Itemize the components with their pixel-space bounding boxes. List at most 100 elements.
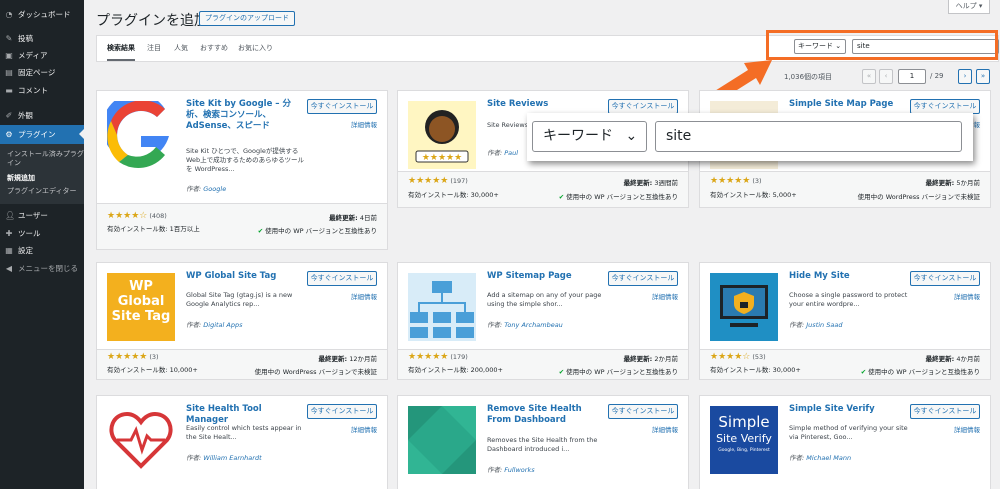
active-installs: 有効インストール数: 1百万以上 <box>107 225 200 233</box>
collapse-icon: ◀ <box>5 263 13 273</box>
tab-featured[interactable]: 注目 <box>147 36 161 61</box>
plugin-name-link[interactable]: WP Global Site Tag <box>186 271 306 282</box>
plugin-description: Easily control which tests appear in the… <box>186 424 302 441</box>
install-now-button[interactable]: 今すぐインストール <box>307 404 377 419</box>
search-highlight-box <box>766 30 998 60</box>
sidebar-item-comments[interactable]: ▬ コメント <box>0 82 84 99</box>
author-link[interactable]: Fullworks <box>504 466 534 474</box>
plugin-card: Site Health Tool Manager 今すぐインストール 詳細情報 … <box>96 395 388 489</box>
plugin-author: 作者: Michael Mann <box>789 452 851 462</box>
plugin-name-link[interactable]: Hide My Site <box>789 271 909 282</box>
plugin-name-link[interactable]: Site Kit by Google – 分析、検索コンソール、AdSense、… <box>186 99 306 132</box>
rating-stars: ★★★★★ (179) <box>408 352 468 362</box>
sidebar-item-pages[interactable]: ▤ 固定ページ <box>0 64 84 81</box>
sidebar-item-label: 設定 <box>18 246 33 255</box>
install-now-button[interactable]: 今すぐインストール <box>910 271 980 286</box>
plugin-card-footer: ★★★★★ (3) 有効インストール数: 10,000+ 最終更新: 12か月前 … <box>97 349 387 379</box>
page-number-input[interactable]: 1 <box>898 69 926 84</box>
rating-count: (3) <box>752 177 762 185</box>
sidebar-item-settings[interactable]: ▦ 設定 <box>0 242 84 259</box>
author-link[interactable]: Digital Apps <box>203 321 242 329</box>
plugin-name-link[interactable]: Remove Site Health From Dashboard <box>487 404 607 426</box>
more-details-link[interactable]: 詳細情報 <box>954 291 980 301</box>
plugin-card-footer: ★★★★★ (3) 有効インストール数: 5,000+ 最終更新: 5か月前 使用… <box>700 171 990 207</box>
plugin-description: Global Site Tag (gtag.js) is a new Googl… <box>186 291 293 308</box>
sidebar-item-appearance[interactable]: ✐ 外観 <box>0 107 84 124</box>
plugin-card-footer: ★★★★★ (197) 有効インストール数: 30,000+ 最終更新: 3週間前… <box>398 171 688 207</box>
active-installs: 有効インストール数: 30,000+ <box>710 366 801 374</box>
media-icon: ▣ <box>5 50 13 60</box>
plugin-name-link[interactable]: WP Sitemap Page <box>487 271 607 282</box>
install-now-button[interactable]: 今すぐインストール <box>307 99 377 114</box>
rating-stars: ★★★★★ (3) <box>107 352 159 362</box>
more-details-link[interactable]: 詳細情報 <box>351 119 377 129</box>
more-details-link[interactable]: 詳細情報 <box>652 291 678 301</box>
author-link[interactable]: Google <box>203 185 226 193</box>
plugin-author: 作者: Paul <box>487 147 518 157</box>
plugin-name-link[interactable]: Site Reviews <box>487 99 607 110</box>
sidebar-collapse[interactable]: ◀ メニューを閉じる <box>0 260 84 277</box>
last-updated-label: 最終更新: <box>318 355 348 363</box>
plugin-name-link[interactable]: Simple Site Verify <box>789 404 909 415</box>
tab-popular[interactable]: 人気 <box>174 36 188 61</box>
plugin-thumbnail <box>408 406 476 474</box>
sidebar-item-label: メディア <box>18 51 48 60</box>
stars-icon: ★★★★☆ <box>710 352 751 362</box>
last-updated-label: 最終更新: <box>925 179 955 187</box>
author-link[interactable]: Tony Archambeau <box>504 321 563 329</box>
help-tab[interactable]: ヘルプ ▾ <box>948 0 990 14</box>
sidebar-item-label: 外観 <box>18 111 33 120</box>
author-link[interactable]: Michael Mann <box>806 454 851 462</box>
plugin-author: 作者: Digital Apps <box>186 319 243 329</box>
sidebar-item-tools[interactable]: ✚ ツール <box>0 225 84 242</box>
compatibility-status: ✔ 使用中の WP バージョンと互換性あり <box>258 225 377 235</box>
rating-count: (3) <box>149 353 159 361</box>
plugin-description: Add a sitemap on any of your page using … <box>487 291 602 308</box>
compatibility-text: 使用中の WP バージョンと互換性あり <box>566 193 678 201</box>
install-now-button[interactable]: 今すぐインストール <box>307 271 377 286</box>
last-updated: 最終更新: 5か月前 <box>926 177 980 187</box>
author-link[interactable]: William Earnhardt <box>203 454 261 462</box>
submenu-plugin-editor[interactable]: プラグインエディター <box>0 187 84 196</box>
upload-plugin-button[interactable]: プラグインのアップロード <box>199 11 295 26</box>
plugin-card-footer: ★★★★★ (179) 有効インストール数: 200,000+ 最終更新: 2か月… <box>398 349 688 379</box>
compatibility-status: ✔ 使用中の WP バージョンと互換性あり <box>559 191 678 201</box>
submenu-installed-plugins[interactable]: インストール済みプラグイン <box>0 150 84 168</box>
plugin-name-link[interactable]: Site Health Tool Manager <box>186 404 306 426</box>
install-now-button[interactable]: 今すぐインストール <box>608 99 678 114</box>
sidebar-item-label: メニューを閉じる <box>18 264 78 273</box>
active-installs: 有効インストール数: 200,000+ <box>408 366 503 374</box>
last-updated-label: 最終更新: <box>623 355 653 363</box>
plugin-card: WP Sitemap Page 今すぐインストール 詳細情報 Add a sit… <box>397 262 689 380</box>
author-link[interactable]: Paul <box>504 149 518 157</box>
install-now-button[interactable]: 今すぐインストール <box>608 404 678 419</box>
tab-favorites[interactable]: お気に入り <box>238 36 273 61</box>
sidebar-item-plugins[interactable]: ⚙ プラグイン <box>0 125 84 144</box>
last-updated-label: 最終更新: <box>623 179 653 187</box>
sidebar-item-users[interactable]: 👤︎ ユーザー <box>0 207 84 224</box>
sidebar-item-dashboard[interactable]: ◔ ダッシュボード <box>0 6 84 23</box>
install-now-button[interactable]: 今すぐインストール <box>910 404 980 419</box>
plugin-thumbnail: Simple Site Verify Google, Bing, Pintere… <box>710 406 778 474</box>
next-page-button[interactable]: › <box>958 69 972 84</box>
sidebar-item-media[interactable]: ▣ メディア <box>0 47 84 64</box>
check-icon: ✔ <box>558 193 565 201</box>
author-link[interactable]: Justin Saad <box>806 321 842 329</box>
last-updated-value: 2か月前 <box>654 355 678 363</box>
first-page-button[interactable]: « <box>862 69 876 84</box>
plugin-name-link[interactable]: Simple Site Map Page <box>789 99 909 110</box>
more-details-link[interactable]: 詳細情報 <box>351 424 377 434</box>
tab-search-results[interactable]: 検索結果 <box>107 36 135 61</box>
rating-stars: ★★★★☆ (408) <box>107 211 167 221</box>
tab-recommended[interactable]: おすすめ <box>200 36 228 61</box>
prev-page-button[interactable]: ‹ <box>879 69 893 84</box>
thumbnail-text: Site Verify <box>716 432 772 445</box>
more-details-link[interactable]: 詳細情報 <box>351 291 377 301</box>
sidebar-item-posts[interactable]: ✎ 投稿 <box>0 30 84 47</box>
more-details-link[interactable]: 詳細情報 <box>652 424 678 434</box>
install-now-button[interactable]: 今すぐインストール <box>608 271 678 286</box>
submenu-add-new[interactable]: 新規追加 <box>0 174 84 183</box>
last-page-button[interactable]: » <box>976 69 990 84</box>
install-now-button[interactable]: 今すぐインストール <box>910 99 980 114</box>
more-details-link[interactable]: 詳細情報 <box>954 424 980 434</box>
